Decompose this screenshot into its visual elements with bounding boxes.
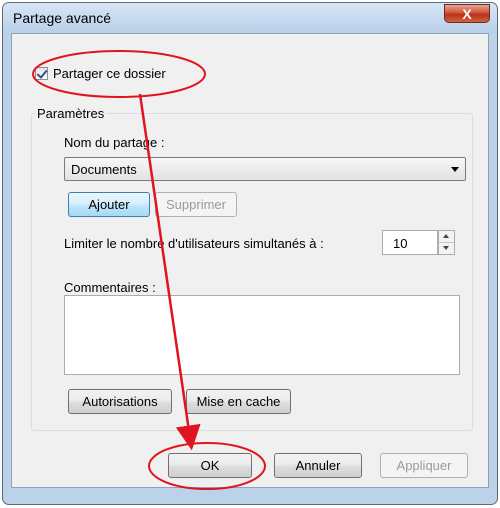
spin-up-icon[interactable]: [439, 231, 454, 243]
checkbox-checked-icon[interactable]: [35, 67, 48, 80]
comments-field[interactable]: [64, 295, 460, 375]
user-limit-spinner: [438, 230, 455, 255]
add-button[interactable]: Ajouter: [68, 192, 150, 217]
permissions-button[interactable]: Autorisations: [68, 389, 172, 414]
ok-button[interactable]: OK: [168, 453, 252, 478]
share-name-dropdown[interactable]: Documents: [64, 157, 466, 181]
remove-button[interactable]: Supprimer: [155, 192, 237, 217]
caching-button[interactable]: Mise en cache: [186, 389, 291, 414]
user-limit-label: Limiter le nombre d'utilisateurs simulta…: [64, 236, 324, 251]
cancel-button[interactable]: Annuler: [274, 453, 362, 478]
share-name-value: Documents: [71, 162, 137, 177]
spin-down-icon[interactable]: [439, 243, 454, 254]
share-folder-checkbox[interactable]: Partager ce dossier: [35, 66, 166, 81]
share-name-label: Nom du partage :: [64, 135, 165, 150]
share-folder-label: Partager ce dossier: [53, 66, 166, 81]
user-limit-value: 10: [393, 236, 408, 251]
comments-label: Commentaires :: [64, 280, 156, 295]
chevron-down-icon: [451, 167, 459, 172]
window-title: Partage avancé: [13, 10, 112, 26]
close-button[interactable]: X: [444, 4, 490, 23]
close-icon: X: [462, 6, 472, 22]
title-bar[interactable]: Partage avancé X: [3, 3, 497, 33]
parameters-group-title: Paramètres: [35, 106, 107, 121]
user-limit-input[interactable]: 10: [382, 230, 438, 255]
apply-button[interactable]: Appliquer: [380, 453, 468, 478]
